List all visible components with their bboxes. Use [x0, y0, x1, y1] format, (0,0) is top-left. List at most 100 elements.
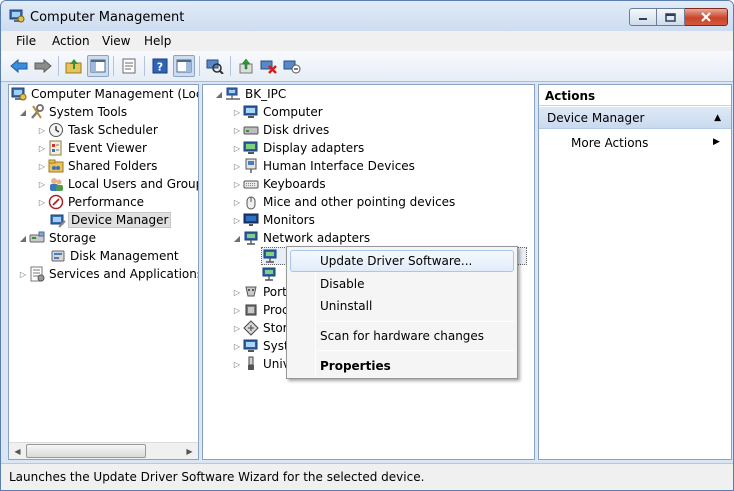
device-category-usb-controllers[interactable]: ▷ Univ — [233, 355, 290, 373]
maximize-button[interactable] — [657, 8, 685, 26]
menu-uninstall[interactable]: Uninstall — [290, 295, 514, 317]
show-hide-action-pane-icon — [176, 59, 192, 73]
network-adapter-device[interactable] — [261, 265, 277, 283]
collapse-triangle-icon[interactable]: ◢ — [215, 90, 223, 99]
expand-triangle-icon[interactable]: ▷ — [233, 360, 241, 369]
device-category-monitors[interactable]: ▷ Monitors — [233, 211, 315, 229]
horizontal-scrollbar[interactable]: ◀ ▶ — [9, 442, 198, 459]
scrollbar-thumb[interactable] — [26, 444, 146, 458]
tree-label: Proc — [263, 303, 289, 317]
tree-item-system-tools[interactable]: ◢ System Tools — [19, 103, 127, 121]
collapse-triangle-icon[interactable]: ◢ — [19, 234, 27, 243]
device-category-disk-drives[interactable]: ▷ Disk drives — [233, 121, 329, 139]
tree-label: Performance — [68, 195, 145, 209]
tree-label: Network adapters — [263, 231, 371, 245]
device-category-system-devices[interactable]: ▷ Syst — [233, 337, 289, 355]
up-one-level-button[interactable] — [63, 55, 85, 77]
tree-item-local-users-groups[interactable]: ▷ Local Users and Groups — [38, 175, 198, 193]
device-tree-root[interactable]: ◢ BK_IPC — [215, 85, 286, 103]
expand-triangle-icon[interactable]: ▷ — [233, 126, 241, 135]
scroll-left-icon[interactable]: ◀ — [9, 443, 26, 459]
device-category-keyboards[interactable]: ▷ Keyboards — [233, 175, 326, 193]
keyboard-icon — [243, 180, 259, 189]
device-category-storage-controllers[interactable]: ▷ Stor — [233, 319, 288, 337]
expand-triangle-icon[interactable]: ▷ — [233, 216, 241, 225]
properties-button[interactable] — [118, 55, 140, 77]
menu-file[interactable]: File — [16, 34, 36, 48]
device-category-processors[interactable]: ▷ Proc — [233, 301, 289, 319]
menu-view[interactable]: View — [102, 34, 130, 48]
device-category-display-adapters[interactable]: ▷ Display adapters — [233, 139, 364, 157]
expand-triangle-icon[interactable]: ▷ — [233, 180, 241, 189]
tree-label: Computer Management (Local — [31, 87, 199, 101]
collapse-triangle-icon[interactable]: ◢ — [19, 108, 27, 117]
device-category-hid[interactable]: ▷ Human Interface Devices — [233, 157, 415, 175]
menu-update-driver-software[interactable]: Update Driver Software... — [290, 250, 514, 272]
tree-item-shared-folders[interactable]: ▷ Shared Folders — [38, 157, 157, 175]
help-button[interactable]: ? — [149, 55, 171, 77]
expand-triangle-icon[interactable]: ▷ — [19, 270, 27, 279]
expand-triangle-icon[interactable]: ▷ — [233, 288, 241, 297]
actions-pane: Actions Device Manager ▲ More Actions ▶ — [538, 84, 732, 460]
show-hide-console-tree-button[interactable] — [87, 55, 109, 77]
update-driver-button[interactable] — [235, 55, 257, 77]
actions-header: Actions — [539, 85, 731, 106]
expand-triangle-icon[interactable]: ▷ — [233, 306, 241, 315]
expand-triangle-icon[interactable]: ▷ — [38, 126, 46, 135]
minimize-icon — [639, 18, 647, 20]
title-bar[interactable]: Computer Management — [1, 1, 733, 31]
menu-action[interactable]: Action — [52, 34, 90, 48]
device-category-computer[interactable]: ▷ Computer — [233, 103, 323, 121]
show-hide-action-pane-button[interactable] — [173, 55, 195, 77]
scroll-right-icon[interactable]: ▶ — [181, 443, 198, 459]
forward-button[interactable] — [32, 55, 54, 77]
expand-triangle-icon[interactable]: ▷ — [38, 162, 46, 171]
back-arrow-icon — [10, 59, 28, 73]
device-category-ports[interactable]: ▷ Port — [233, 283, 287, 301]
menu-disable[interactable]: Disable — [290, 273, 514, 295]
expand-triangle-icon[interactable]: ▷ — [233, 324, 241, 333]
collapse-triangle-icon[interactable]: ◢ — [233, 234, 241, 243]
console-tree[interactable]: Computer Management (Local ◢ System Tool… — [8, 84, 199, 460]
uninstall-button[interactable] — [258, 55, 280, 77]
status-bar: Launches the Update Driver Software Wiza… — [1, 463, 733, 490]
tree-item-storage[interactable]: ◢ Storage — [19, 229, 96, 247]
menu-help[interactable]: Help — [144, 34, 171, 48]
disable-device-icon — [283, 60, 301, 74]
tree-item-services-applications[interactable]: ▷ Services and Applications — [19, 265, 198, 283]
clock-icon — [49, 123, 63, 137]
disable-device-button[interactable] — [281, 55, 303, 77]
actions-section-device-manager[interactable]: Device Manager ▲ — [539, 107, 731, 129]
scan-hardware-button[interactable] — [204, 55, 226, 77]
tree-label: Storage — [49, 231, 96, 245]
device-category-network-adapters[interactable]: ◢ Network adapters — [233, 229, 370, 247]
tree-item-device-manager[interactable]: Device Manager — [50, 211, 172, 229]
expand-triangle-icon[interactable]: ▷ — [38, 144, 46, 153]
back-button[interactable] — [8, 55, 30, 77]
performance-icon — [48, 194, 64, 210]
close-button[interactable] — [685, 8, 728, 26]
tree-item-computer-management[interactable]: Computer Management (Local — [11, 85, 199, 103]
more-actions-link[interactable]: More Actions — [571, 136, 648, 150]
tree-item-event-viewer[interactable]: ▷ Event Viewer — [38, 139, 147, 157]
menu-scan-hardware-changes[interactable]: Scan for hardware changes — [290, 325, 514, 347]
collapse-up-icon[interactable]: ▲ — [714, 113, 721, 123]
disk-management-icon — [51, 250, 65, 262]
expand-triangle-icon[interactable]: ▷ — [233, 108, 241, 117]
menu-properties[interactable]: Properties — [290, 355, 514, 377]
tree-item-performance[interactable]: ▷ Performance — [38, 193, 144, 211]
tree-item-disk-management[interactable]: Disk Management — [50, 247, 179, 265]
tree-label: Disk Management — [70, 249, 179, 263]
expand-triangle-icon[interactable]: ▷ — [233, 198, 241, 207]
submenu-arrow-icon[interactable]: ▶ — [713, 137, 720, 147]
expand-triangle-icon[interactable]: ▷ — [38, 198, 46, 207]
minimize-button[interactable] — [629, 8, 657, 26]
expand-triangle-icon[interactable]: ▷ — [233, 162, 241, 171]
device-category-mice[interactable]: ▷ Mice and other pointing devices — [233, 193, 455, 211]
computer-icon — [243, 105, 258, 118]
tree-item-task-scheduler[interactable]: ▷ Task Scheduler — [38, 121, 158, 139]
expand-triangle-icon[interactable]: ▷ — [233, 342, 241, 351]
expand-triangle-icon[interactable]: ▷ — [38, 180, 46, 189]
expand-triangle-icon[interactable]: ▷ — [233, 144, 241, 153]
mouse-icon — [246, 196, 256, 210]
